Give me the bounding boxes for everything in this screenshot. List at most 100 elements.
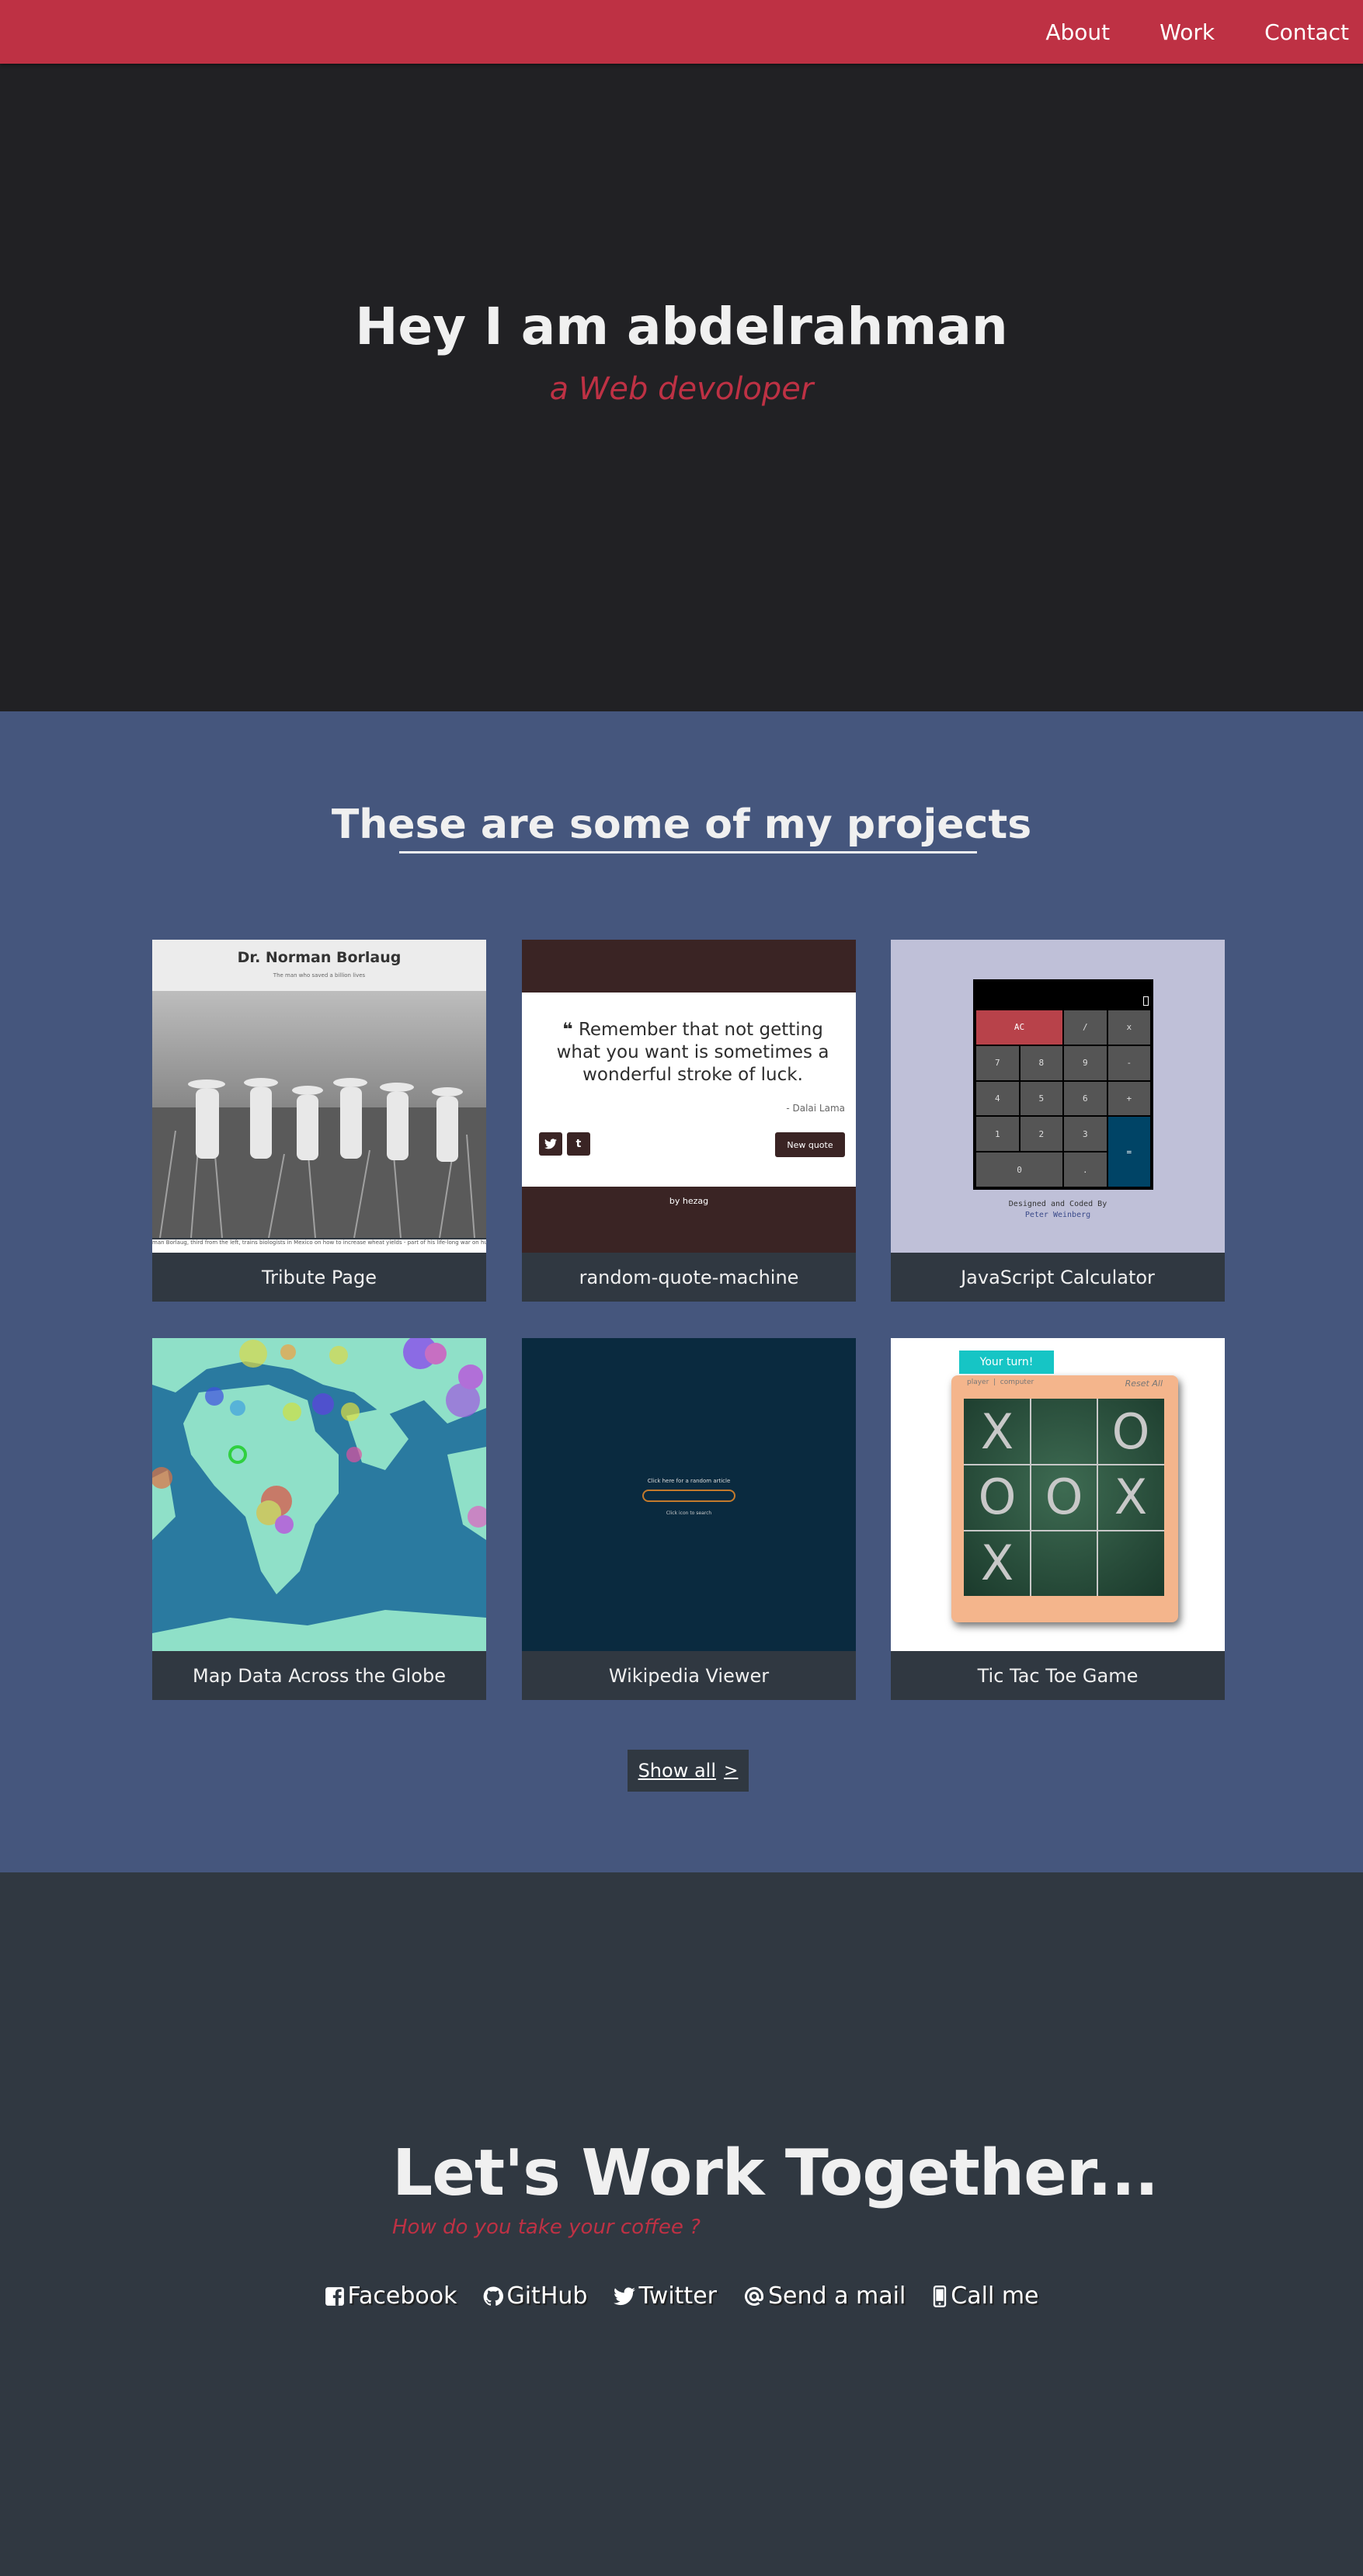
- calc-key: 8: [1020, 1045, 1062, 1080]
- project-tile-javascript-calculator[interactable]: AC / x 7 8 9 - 4 5 6 + 1 2 3 = 0 . Desig…: [891, 940, 1225, 1302]
- nav-contact-link[interactable]: Contact: [1264, 19, 1349, 45]
- preview-new-quote: New quote: [775, 1132, 845, 1157]
- board-cell: O: [1111, 1403, 1150, 1460]
- top-nav: About Work Contact: [0, 0, 1363, 64]
- calc-key: 7: [976, 1045, 1019, 1080]
- project-title: Tic Tac Toe Game: [977, 1664, 1139, 1687]
- github-link[interactable]: GitHub: [483, 2282, 587, 2310]
- board-cell: X: [980, 1403, 1014, 1460]
- contact-subheading: How do you take your coffee ?: [392, 2216, 701, 2239]
- preview-subtitle: The man who saved a billion lives: [273, 972, 366, 979]
- preview-random-link: Click here for a random article: [647, 1478, 731, 1484]
- game-board-frame: player | computer Reset All X O O O X X: [951, 1375, 1178, 1622]
- board-cell: O: [978, 1469, 1017, 1526]
- github-label: GitHub: [506, 2282, 588, 2310]
- historical-photo: [152, 991, 486, 1238]
- contact-links: Facebook GitHub Twitter Send a mail Call…: [0, 2282, 1363, 2310]
- nav-about-link[interactable]: About: [1045, 19, 1110, 45]
- quote-mark-icon: ❝: [562, 1020, 573, 1040]
- hero-title: Hey I am abdelrahman: [355, 297, 1008, 356]
- project-tile-random-quote-machine[interactable]: ❝ Remember that not getting what you wan…: [522, 940, 856, 1302]
- project-title: random-quote-machine: [579, 1266, 799, 1288]
- preview-search-box: [642, 1490, 735, 1502]
- preview-search-hint: Click icon to search: [666, 1510, 712, 1516]
- project-title: Tribute Page: [261, 1266, 377, 1288]
- github-icon: [483, 2286, 504, 2307]
- calculator-preview: AC / x 7 8 9 - 4 5 6 + 1 2 3 = 0 .: [973, 979, 1153, 1190]
- world-map-preview: [152, 1338, 486, 1651]
- calc-key: 3: [1064, 1117, 1107, 1152]
- calc-key: 9: [1064, 1045, 1107, 1080]
- board-cell: O: [1045, 1469, 1083, 1526]
- preview-turn-badge: Your turn!: [959, 1351, 1054, 1374]
- chevron-right-icon: >: [724, 1761, 739, 1781]
- twitter-icon: [539, 1132, 562, 1156]
- preview-computer: computer: [1000, 1378, 1034, 1386]
- board-cell: [1031, 1399, 1097, 1465]
- twitter-label: Twitter: [638, 2282, 717, 2310]
- project-screenshot: ❝ Remember that not getting what you wan…: [522, 940, 856, 1253]
- project-screenshot: Click here for a random article Click ic…: [522, 1338, 856, 1651]
- twitter-icon: [614, 2286, 636, 2306]
- board-cell: [1097, 1530, 1164, 1596]
- contact-heading: Let's Work Together...: [392, 2136, 1159, 2210]
- board-cell: X: [980, 1535, 1014, 1592]
- calc-key: /: [1064, 1010, 1107, 1045]
- call-label: Call me: [951, 2282, 1039, 2310]
- project-screenshot: Dr. Norman Borlaug The man who saved a b…: [152, 940, 486, 1253]
- calc-key: 6: [1064, 1081, 1107, 1116]
- mail-link[interactable]: Send a mail: [743, 2282, 906, 2310]
- welcome-section: Hey I am abdelrahman a Web devoloper: [0, 64, 1363, 711]
- twitter-link[interactable]: Twitter: [614, 2282, 717, 2310]
- calc-key: 2: [1020, 1117, 1062, 1152]
- show-all-button[interactable]: Show all >: [628, 1750, 749, 1792]
- calc-key: =: [1107, 1117, 1150, 1187]
- phone-icon: [932, 2285, 947, 2307]
- calc-key: x: [1107, 1010, 1150, 1045]
- calc-key: AC: [976, 1010, 1062, 1045]
- game-board: X O O O X X: [964, 1399, 1164, 1596]
- board-cell: X: [1114, 1469, 1148, 1526]
- board-cell: [1031, 1530, 1097, 1596]
- project-screenshot: AC / x 7 8 9 - 4 5 6 + 1 2 3 = 0 . Desig…: [891, 940, 1225, 1253]
- nav-work-link[interactable]: Work: [1160, 19, 1215, 45]
- preview-quote: Remember that not getting what you want …: [556, 1020, 829, 1085]
- show-all-label: Show all: [638, 1760, 716, 1782]
- project-tile-tic-tac-toe[interactable]: player | computer Reset All X O O O X X …: [891, 1338, 1225, 1700]
- display-cursor: [1143, 996, 1149, 1006]
- at-icon: [743, 2286, 765, 2307]
- preview-footer: by hezag: [669, 1196, 709, 1206]
- project-tile-tribute-page[interactable]: Dr. Norman Borlaug The man who saved a b…: [152, 940, 486, 1302]
- tumblr-icon: t: [567, 1132, 590, 1156]
- projects-heading-underline: [399, 851, 977, 853]
- project-screenshot: [152, 1338, 486, 1651]
- preview-author: - Dalai Lama: [786, 1103, 845, 1114]
- project-title: JavaScript Calculator: [961, 1266, 1155, 1288]
- preview-player: player: [967, 1378, 989, 1386]
- calc-key: .: [1064, 1152, 1107, 1187]
- calc-key: 1: [976, 1117, 1019, 1152]
- preview-credit-line1: Designed and Coded By: [1008, 1200, 1107, 1208]
- calc-key: 5: [1020, 1081, 1062, 1116]
- project-title: Wikipedia Viewer: [608, 1664, 770, 1687]
- preview-credit-line2: Peter Weinberg: [1024, 1211, 1091, 1219]
- call-link[interactable]: Call me: [932, 2282, 1039, 2310]
- calc-key: 0: [976, 1152, 1062, 1187]
- mail-label: Send a mail: [767, 2282, 906, 2310]
- facebook-icon: [325, 2286, 345, 2307]
- calc-key: 4: [976, 1081, 1019, 1116]
- hero-subtitle: a Web devoloper: [549, 371, 814, 407]
- project-title: Map Data Across the Globe: [192, 1664, 447, 1687]
- preview-reset: Reset All: [1125, 1378, 1163, 1389]
- project-tile-map-data[interactable]: Map Data Across the Globe: [152, 1338, 486, 1700]
- project-tile-wikipedia-viewer[interactable]: Click here for a random article Click ic…: [522, 1338, 856, 1700]
- project-screenshot: player | computer Reset All X O O O X X …: [891, 1338, 1225, 1651]
- contact-section: Let's Work Together... How do you take y…: [0, 1872, 1363, 2576]
- facebook-link[interactable]: Facebook: [325, 2282, 457, 2310]
- projects-heading: These are some of my projects: [331, 801, 1032, 848]
- facebook-label: Facebook: [347, 2282, 457, 2310]
- preview-title: Dr. Norman Borlaug: [237, 949, 402, 966]
- calc-key: -: [1107, 1045, 1150, 1080]
- preview-caption: man Borlaug, third from the left, trains…: [152, 1239, 486, 1253]
- calc-key: +: [1107, 1081, 1150, 1116]
